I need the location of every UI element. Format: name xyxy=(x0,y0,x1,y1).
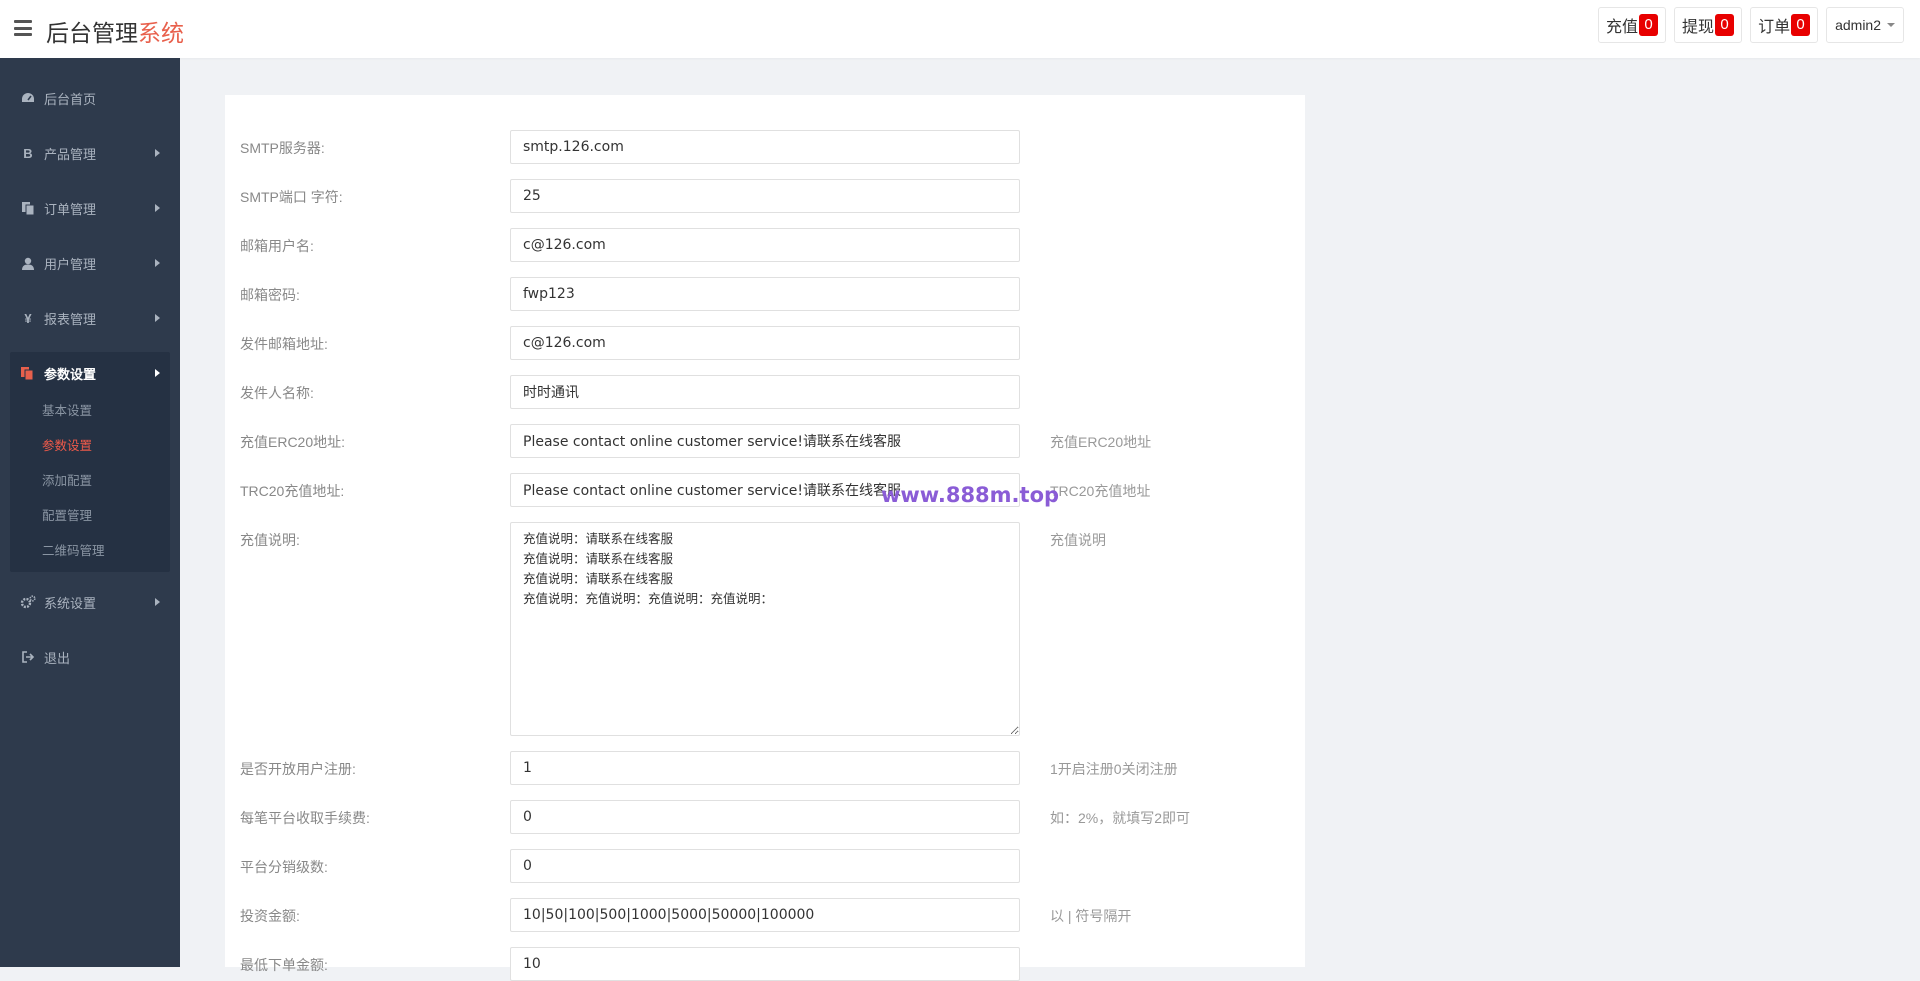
sidebar-item-users[interactable]: 用户管理 xyxy=(0,243,180,283)
caret-right-icon xyxy=(155,369,160,377)
app-title: 后台管理系统 xyxy=(46,14,184,48)
withdraw-label: 提现 xyxy=(1682,19,1715,36)
withdraw-count-badge: 0 xyxy=(1715,14,1735,36)
email-username-input[interactable] xyxy=(510,228,1020,262)
sender-name-input[interactable] xyxy=(510,375,1020,409)
sidebar-subitem-add-config[interactable]: 添加配置 xyxy=(42,470,92,489)
form-label: 邮箱密码: xyxy=(240,287,300,303)
user-icon xyxy=(20,255,36,271)
sidebar-item-orders[interactable]: 订单管理 xyxy=(0,188,180,228)
sidebar-subitem-qrcode[interactable]: 二维码管理 xyxy=(42,540,105,559)
erc20-address-input[interactable] xyxy=(510,424,1020,458)
cogs-icon xyxy=(20,594,36,610)
files-icon xyxy=(20,365,36,381)
form-hint: 如：2%，就填写2即可 xyxy=(1050,810,1191,826)
caret-right-icon xyxy=(155,314,160,322)
sidebar-item-label: 参数设置 xyxy=(44,366,97,382)
form-label: 邮箱用户名: xyxy=(240,238,314,254)
sidebar-group-params: 参数设置 基本设置 参数设置 添加配置 配置管理 二维码管理 xyxy=(10,352,170,572)
form-label: SMTP服务器: xyxy=(240,140,325,156)
copy-icon xyxy=(20,200,36,216)
sidebar-subitem-params[interactable]: 参数设置 xyxy=(42,435,92,454)
orders-button[interactable]: 订单 0 xyxy=(1750,7,1819,43)
form-label: 每笔平台收取手续费: xyxy=(240,810,370,826)
form-label: 充值说明: xyxy=(240,532,300,548)
recharge-notes-textarea[interactable]: 充值说明：请联系在线客服 充值说明：请联系在线客服 充值说明：请联系在线客服 充… xyxy=(510,522,1020,736)
sidebar-subitem-basic[interactable]: 基本设置 xyxy=(42,400,92,419)
form-hint: 充值说明 xyxy=(1050,532,1106,548)
recharge-button[interactable]: 充值 0 xyxy=(1598,7,1667,43)
yen-icon: ¥ xyxy=(24,310,32,326)
form-label: TRC20充值地址: xyxy=(240,483,345,499)
form-hint: 充值ERC20地址 xyxy=(1050,434,1152,450)
form-label: 投资金额: xyxy=(240,908,300,924)
caret-right-icon xyxy=(155,149,160,157)
investment-amounts-input[interactable] xyxy=(510,898,1020,932)
form-hint: 以 | 符号隔开 xyxy=(1050,908,1132,924)
form-label: 平台分销级数: xyxy=(240,859,328,875)
bitcoin-icon: B xyxy=(23,145,33,161)
settings-form-panel: SMTP服务器: SMTP端口 字符: 邮箱用户名: 邮箱密码: 发件邮箱地址:… xyxy=(225,95,1305,981)
sidebar-item-logout[interactable]: 退出 xyxy=(0,637,180,677)
header-actions: 充值 0 提现 0 订单 0 admin2 xyxy=(1598,7,1904,43)
top-header: 后台管理系统 充值 0 提现 0 订单 0 admin2 xyxy=(0,0,1920,58)
sidebar-item-system[interactable]: 系统设置 xyxy=(0,582,180,622)
smtp-server-input[interactable] xyxy=(510,130,1020,164)
orders-count-badge: 0 xyxy=(1791,14,1811,36)
sender-address-input[interactable] xyxy=(510,326,1020,360)
user-menu-button[interactable]: admin2 xyxy=(1826,7,1904,43)
sidebar-item-label: 用户管理 xyxy=(44,256,97,272)
sidebar-item-dashboard[interactable]: 后台首页 xyxy=(0,78,180,118)
watermark-text: www.888m.top xyxy=(881,483,1060,507)
caret-right-icon xyxy=(155,598,160,606)
open-registration-input[interactable] xyxy=(510,751,1020,785)
sidebar-item-label: 系统设置 xyxy=(44,595,97,611)
chevron-down-icon xyxy=(1887,23,1895,27)
email-password-input[interactable] xyxy=(510,277,1020,311)
distribution-levels-input[interactable] xyxy=(510,849,1020,883)
user-name: admin2 xyxy=(1835,17,1881,33)
form-label: 发件邮箱地址: xyxy=(240,336,328,352)
platform-fee-input[interactable] xyxy=(510,800,1020,834)
sign-out-icon xyxy=(20,649,36,665)
app-title-main: 后台管理 xyxy=(46,21,138,47)
sidebar-item-label: 产品管理 xyxy=(44,146,97,162)
sidebar-item-label: 订单管理 xyxy=(44,201,97,217)
sidebar-item-products[interactable]: B 产品管理 xyxy=(0,133,180,173)
form-label: 充值ERC20地址: xyxy=(240,434,346,450)
min-order-amount-input[interactable] xyxy=(510,947,1020,981)
form-label: SMTP端口 字符: xyxy=(240,189,343,205)
sidebar-item-params[interactable]: 参数设置 xyxy=(10,352,170,394)
sidebar-item-label: 后台首页 xyxy=(44,91,97,107)
caret-right-icon xyxy=(155,204,160,212)
recharge-count-badge: 0 xyxy=(1639,14,1659,36)
form-hint: TRC20充值地址 xyxy=(1050,483,1151,499)
orders-label: 订单 xyxy=(1758,19,1791,36)
sidebar-item-reports[interactable]: ¥ 报表管理 xyxy=(0,298,180,338)
smtp-port-input[interactable] xyxy=(510,179,1020,213)
recharge-label: 充值 xyxy=(1606,19,1639,36)
sidebar: 后台首页 B 产品管理 订单管理 用户管理 ¥ 报表管理 参数设置 基本设置 参… xyxy=(0,58,180,967)
sidebar-item-label: 退出 xyxy=(44,650,71,666)
form-label: 发件人名称: xyxy=(240,385,314,401)
app-title-accent: 系统 xyxy=(138,21,184,47)
withdraw-button[interactable]: 提现 0 xyxy=(1674,7,1743,43)
sidebar-item-label: 报表管理 xyxy=(44,311,97,327)
form-hint: 1开启注册0关闭注册 xyxy=(1050,761,1178,777)
dashboard-icon xyxy=(20,90,36,106)
caret-right-icon xyxy=(155,259,160,267)
sidebar-subitem-config-manage[interactable]: 配置管理 xyxy=(42,505,92,524)
form-label: 最低下单金额: xyxy=(240,957,328,973)
form-label: 是否开放用户注册: xyxy=(240,761,356,777)
menu-toggle-icon[interactable] xyxy=(14,20,32,36)
